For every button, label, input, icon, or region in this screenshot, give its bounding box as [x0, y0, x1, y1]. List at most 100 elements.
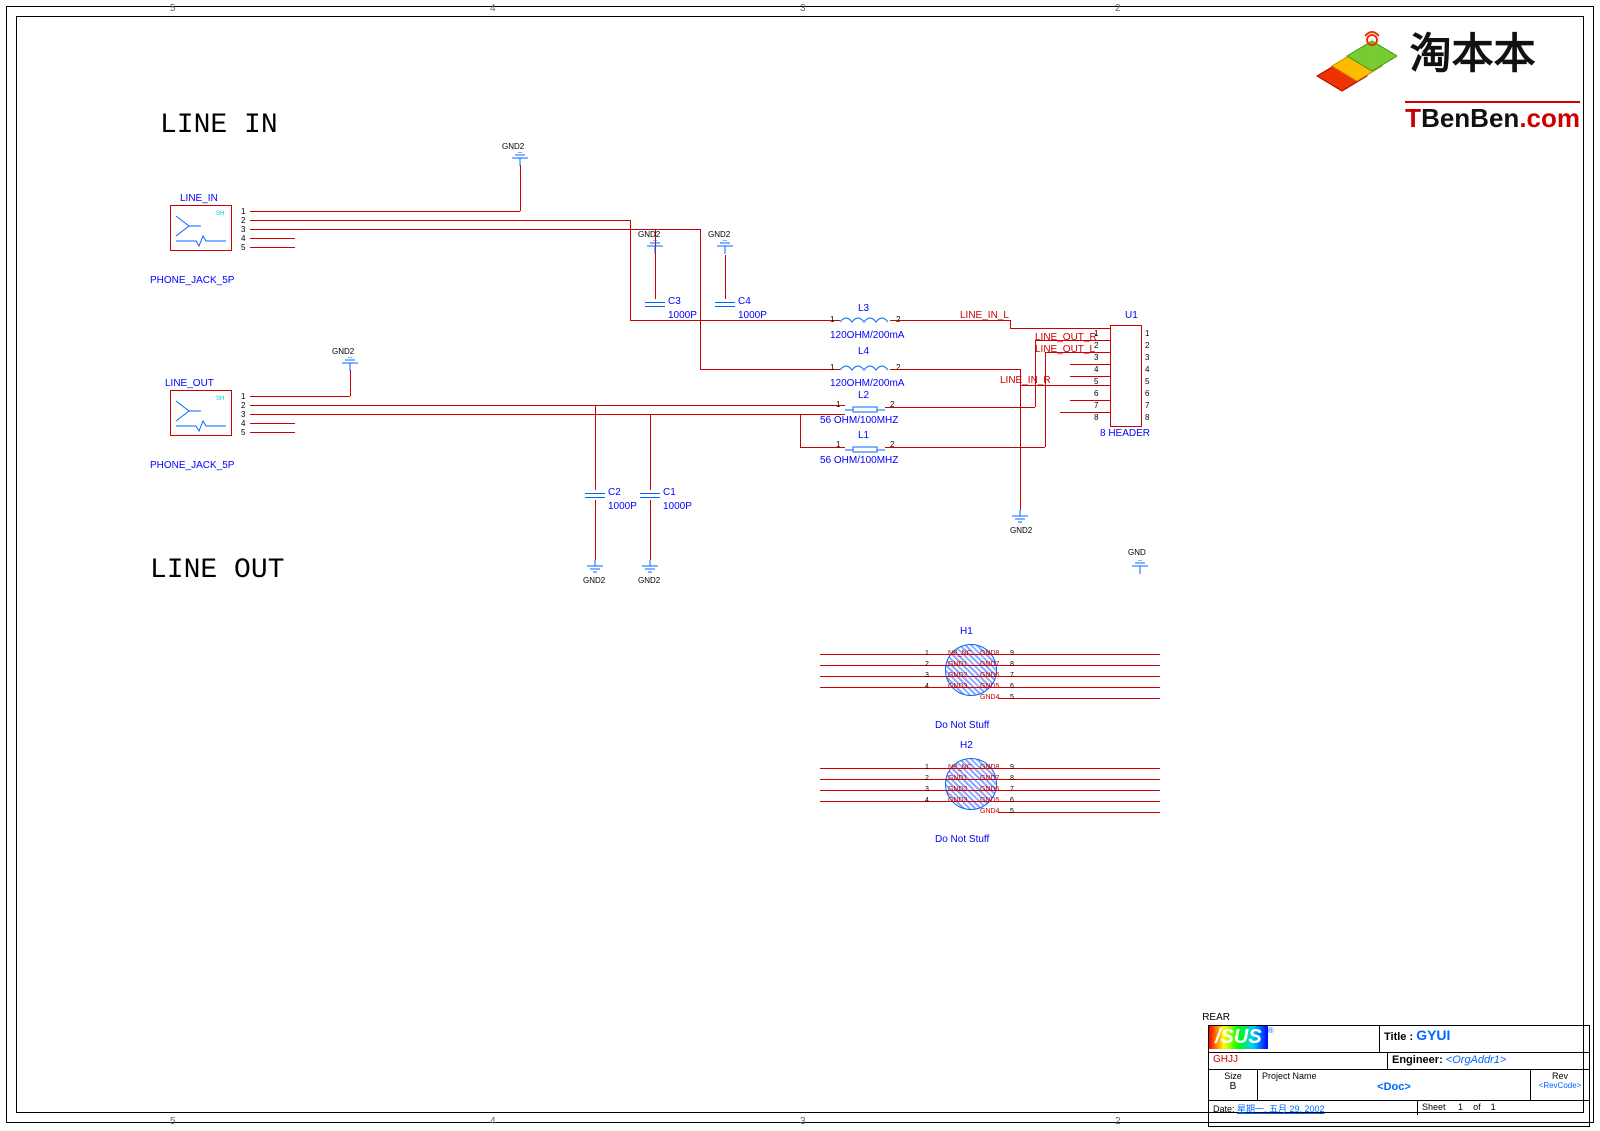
h1-ln3: GND2 — [948, 670, 972, 681]
gnd2-u1-label: GND2 — [1010, 526, 1032, 535]
c1-ref: C1 — [663, 487, 676, 498]
jack-line-in: SH — [170, 205, 232, 251]
h2-dns: Do Not Stuff — [935, 834, 989, 845]
wire-u1-2 — [1035, 340, 1110, 341]
wire-l1-in-v — [800, 414, 801, 447]
asus-logo: /SUS — [1209, 1026, 1268, 1049]
wire-u1-3 — [1045, 352, 1110, 353]
svg-text:SH: SH — [216, 396, 224, 402]
h2-rn5: GND4 — [980, 806, 999, 817]
ruler-top-4: 4 — [490, 3, 496, 14]
wire-u1-8 — [1060, 412, 1110, 413]
fb-l2 — [845, 402, 885, 412]
wire-gnd2-lo1 — [350, 370, 351, 396]
jack-lo-p1: 1 — [241, 392, 245, 401]
ind-l4 — [840, 363, 890, 375]
proj-value: <Doc> — [1262, 1081, 1526, 1093]
gnd-plain — [1130, 560, 1150, 574]
h1-rp1: 9 — [1010, 648, 1014, 659]
rev-label: Rev — [1535, 1071, 1585, 1081]
gnd-c1 — [640, 560, 660, 574]
size-label: Size — [1213, 1071, 1253, 1081]
cap-c1 — [640, 490, 660, 500]
h1-rp4: 6 — [1010, 681, 1014, 692]
l3-val: 120OHM/200mA — [830, 330, 904, 341]
wire-v2 — [1020, 369, 1021, 385]
net-line-in-l: LINE_IN_L — [960, 310, 1009, 321]
wire-lo-5 — [250, 432, 295, 433]
gnd-sym-lo1 — [340, 357, 360, 371]
wire-v1 — [1010, 320, 1011, 328]
gnd2-c1-label: GND2 — [638, 576, 660, 585]
h1-lp2: 2 — [925, 659, 929, 670]
proj-label: Project Name — [1262, 1071, 1526, 1081]
wire-c1-stem — [650, 414, 651, 490]
h1-rn4: GND5 — [980, 681, 999, 692]
rear-label: REAR — [1202, 1012, 1230, 1023]
h1-left-pins: 1 2 3 4 — [925, 648, 929, 692]
ruler-bot-2: 2 — [1115, 1116, 1121, 1127]
h1-right-names: GND8 GND7 GND6 GND5 GND4 — [980, 648, 999, 703]
h1-rn2: GND7 — [980, 659, 999, 670]
cap-c3 — [645, 299, 665, 309]
net-line-out-r: LINE_OUT_R — [1035, 332, 1097, 343]
u1-lp1: 1 — [1094, 328, 1098, 340]
gnd-plain-label: GND — [1128, 548, 1146, 557]
title-label: Title : — [1384, 1031, 1413, 1043]
u1-rp4: 4 — [1145, 364, 1149, 376]
h1-ln2: GND1 — [948, 659, 972, 670]
gnd2-c2-label: GND2 — [583, 576, 605, 585]
watermark-com: .com — [1519, 103, 1580, 133]
h2-ln4: GND3 — [948, 795, 972, 806]
h1-right-pins: 9 8 7 6 5 — [1010, 648, 1014, 703]
h1-rn3: GND6 — [980, 670, 999, 681]
u1-rp6: 6 — [1145, 388, 1149, 400]
wire-li2-h — [630, 320, 840, 321]
cap-c4 — [715, 299, 735, 309]
h1-dns: Do Not Stuff — [935, 720, 989, 731]
gnd-c3 — [645, 240, 665, 254]
watermark-icon — [1307, 26, 1397, 101]
l2-val: 56 OHM/100MHZ — [820, 415, 898, 426]
sheet-total: 1 — [1491, 1102, 1496, 1112]
header-u1 — [1110, 325, 1142, 427]
h2-rn2: GND7 — [980, 773, 999, 784]
size-value: B — [1213, 1081, 1253, 1092]
jack-lineout-ref: LINE_OUT — [165, 378, 214, 389]
wire-u1-1 — [1010, 328, 1110, 329]
cap-c2 — [585, 490, 605, 500]
gnd2-label-1: GND2 — [502, 142, 524, 151]
u1-lp5: 5 — [1094, 376, 1098, 388]
svg-text:SH: SH — [216, 211, 224, 217]
wire-l2-out — [885, 407, 1035, 408]
u1-lp6: 6 — [1094, 388, 1098, 400]
sheet-of: of — [1473, 1102, 1481, 1112]
wire-lo2-cont — [595, 405, 845, 406]
c4-ref: C4 — [738, 296, 751, 307]
l4-p1: 1 — [830, 363, 834, 372]
wire-c2-stem — [595, 405, 596, 490]
h1-rp3: 7 — [1010, 670, 1014, 681]
jack-lineout-type: PHONE_JACK_5P — [150, 460, 234, 471]
h2-rp4: 6 — [1010, 795, 1014, 806]
jack-li-p3: 3 — [241, 225, 245, 234]
wire-u1-7 — [1070, 400, 1110, 401]
c2-ref: C2 — [608, 487, 621, 498]
section-title-line-in: LINE IN — [160, 110, 278, 141]
ruler-bot-5: 5 — [170, 1116, 176, 1127]
ruler-bot-4: 4 — [490, 1116, 496, 1127]
l3-p1: 1 — [830, 315, 834, 324]
jack-li-p1: 1 — [241, 207, 245, 216]
gnd2-label-2: GND2 — [332, 347, 354, 356]
h2-ln1: NP_NC — [948, 762, 972, 773]
jack-lo-p4: 4 — [241, 419, 245, 428]
jack-line-out-icon: SH — [171, 391, 231, 435]
jack-line-out: SH — [170, 390, 232, 436]
u1-rp2: 2 — [1145, 340, 1149, 352]
h2-lp4: 4 — [925, 795, 929, 806]
h2-left-pins: 1 2 3 4 — [925, 762, 929, 806]
gnd-c2 — [585, 560, 605, 574]
c3-ref: C3 — [668, 296, 681, 307]
h1-w5 — [998, 698, 1160, 699]
wire-li-4 — [250, 238, 295, 239]
